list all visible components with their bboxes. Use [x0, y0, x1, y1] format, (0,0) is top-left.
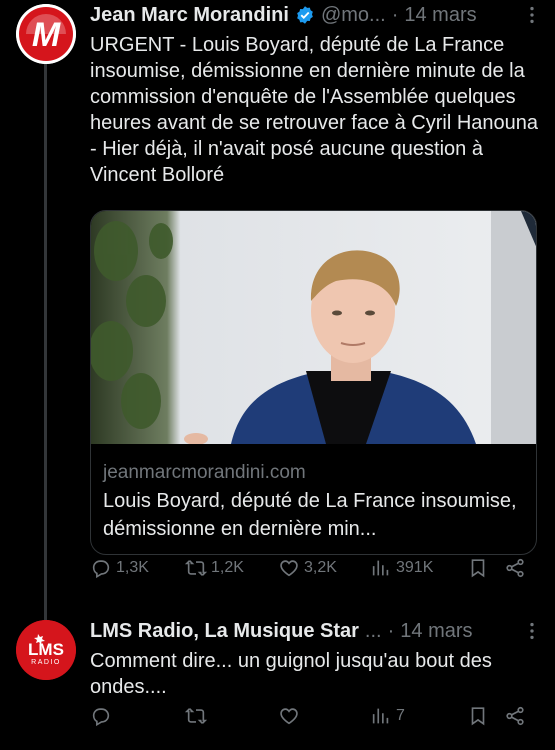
repost-button[interactable]: 1,2K: [185, 557, 244, 579]
tweet-header: Jean Marc Morandini @mo... · 14 mars: [90, 0, 543, 30]
thread-line: [44, 62, 47, 620]
repost-icon: [185, 708, 207, 724]
like-button[interactable]: 3,2K: [278, 557, 337, 579]
reply-icon: [92, 708, 110, 727]
morandini-logo: M: [16, 4, 76, 64]
timestamp[interactable]: 14 mars: [404, 4, 476, 27]
svg-text:RADIO: RADIO: [31, 659, 61, 666]
card-image: [91, 211, 536, 444]
repost-icon: [185, 560, 207, 576]
separator: ·: [391, 3, 399, 26]
card-title: Louis Boyard, député de La France insoum…: [103, 490, 517, 540]
more-icon[interactable]: [521, 620, 543, 642]
tweet-text: URGENT - Louis Boyard, député de La Fran…: [90, 34, 539, 186]
tweet-header: LMS Radio, La Musique Star ... · 14 mars: [90, 616, 543, 646]
views-icon: [372, 560, 389, 576]
like-count: 3,2K: [304, 559, 337, 576]
bookmark-icon: [471, 559, 485, 578]
views-button[interactable]: 7: [370, 705, 405, 727]
reply-icon: [92, 560, 110, 579]
reply-button[interactable]: [90, 705, 116, 727]
share-icon: [506, 558, 524, 578]
views-button[interactable]: 391K: [370, 557, 433, 579]
more-icon[interactable]: [521, 4, 543, 26]
verified-icon: [297, 6, 313, 24]
views-count: 391K: [396, 559, 434, 576]
bookmark-button[interactable]: [467, 705, 489, 727]
share-icon: [506, 706, 524, 726]
svg-text:LMS: LMS: [28, 640, 64, 659]
author-name[interactable]: LMS Radio, La Musique Star: [90, 620, 359, 643]
avatar-jean-marc-morandini[interactable]: M: [16, 4, 76, 64]
author-handle[interactable]: ...: [365, 620, 382, 643]
views-icon: [372, 708, 389, 724]
like-icon: [280, 708, 298, 725]
repost-button[interactable]: [185, 705, 211, 727]
like-icon: [280, 560, 298, 577]
timestamp[interactable]: 14 mars: [400, 620, 472, 643]
separator: ·: [387, 619, 395, 642]
share-button[interactable]: [504, 705, 526, 727]
link-card[interactable]: jeanmarcmorandini.com Louis Boyard, dépu…: [90, 210, 537, 555]
tweet-text: Comment dire... un guignol jusqu'au bout…: [90, 650, 492, 698]
author-name[interactable]: Jean Marc Morandini: [90, 4, 289, 27]
avatar-lms-radio[interactable]: LMS RADIO: [16, 620, 76, 680]
tweet[interactable]: LMS Radio, La Musique Star ... · 14 mars…: [90, 616, 543, 700]
bookmark-button[interactable]: [467, 557, 489, 579]
author-handle[interactable]: @mo...: [321, 4, 386, 27]
lms-radio-logo: LMS RADIO: [16, 620, 76, 680]
like-button[interactable]: [278, 705, 304, 727]
card-meta: jeanmarcmorandini.com Louis Boyard, dépu…: [103, 461, 524, 543]
views-count: 7: [396, 707, 405, 724]
repost-count: 1,2K: [211, 559, 244, 576]
share-button[interactable]: [504, 557, 526, 579]
tweet[interactable]: Jean Marc Morandini @mo... · 14 mars URG…: [90, 0, 543, 579]
reply-count: 1,3K: [116, 559, 149, 576]
bookmark-icon: [471, 707, 485, 726]
card-domain: jeanmarcmorandini.com: [103, 462, 306, 483]
svg-text:M: M: [32, 16, 61, 54]
reply-button[interactable]: 1,3K: [90, 557, 149, 579]
